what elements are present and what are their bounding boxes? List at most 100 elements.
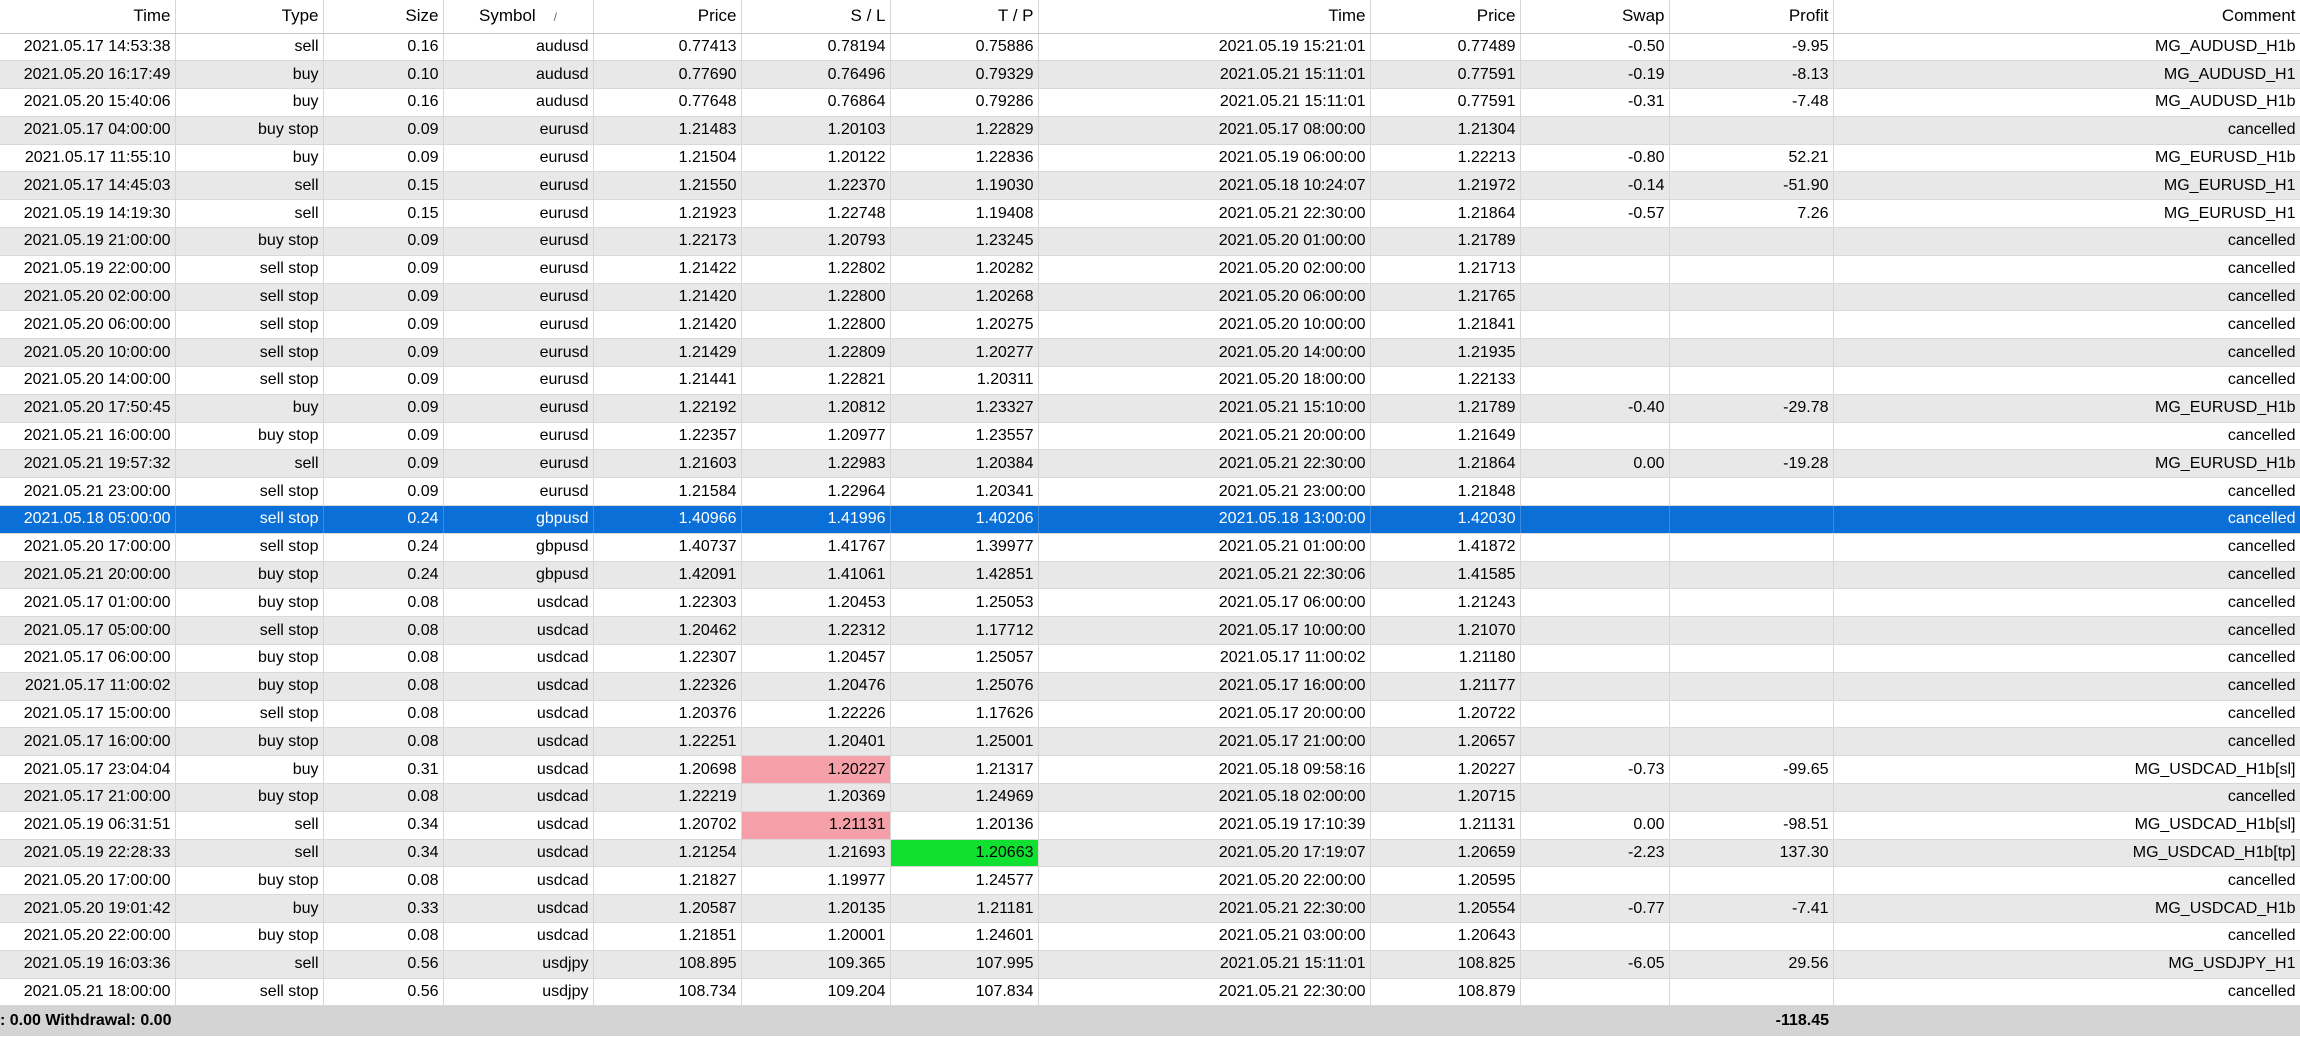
open-price-cell: 1.20702 xyxy=(593,811,742,840)
swap-cell xyxy=(1520,727,1670,757)
column-header-close-price[interactable]: Price xyxy=(1370,0,1521,34)
table-row[interactable]: 2021.05.17 16:00:00 buy stop 0.08 usdcad 1.2… xyxy=(0,727,2300,757)
take-profit-cell: 1.20663 xyxy=(890,839,1039,868)
table-row[interactable]: 2021.05.20 10:00:00 sell stop 0.09 eurusd 1.… xyxy=(0,338,2300,368)
take-profit-cell: 1.20282 xyxy=(890,255,1039,284)
table-row[interactable]: 2021.05.17 01:00:00 buy stop 0.08 usdcad 1.2… xyxy=(0,588,2300,618)
column-header-comment[interactable]: Comment xyxy=(1833,0,2300,34)
symbol-cell: eurusd xyxy=(443,338,594,368)
column-header-take-profit[interactable]: T / P xyxy=(890,0,1039,34)
open-time-cell: 2021.05.17 11:55:10 xyxy=(0,144,176,173)
table-row[interactable]: 2021.05.20 02:00:00 sell stop 0.09 eurusd 1.… xyxy=(0,283,2300,312)
column-header-profit[interactable]: Profit xyxy=(1669,0,1834,34)
table-row[interactable]: 2021.05.17 06:00:00 buy stop 0.08 usdcad 1.2… xyxy=(0,644,2300,673)
close-price-cell: 1.21180 xyxy=(1370,644,1521,673)
stop-loss-cell: 1.19977 xyxy=(741,866,891,896)
swap-cell xyxy=(1520,700,1670,729)
table-row[interactable]: 2021.05.17 11:00:02 buy stop 0.08 usdcad 1.2… xyxy=(0,672,2300,701)
column-header-close-time[interactable]: Time xyxy=(1038,0,1371,34)
table-row[interactable]: 2021.05.21 19:57:32 sell 0.09 eurusd 1.21603… xyxy=(0,449,2300,479)
type-cell: sell stop xyxy=(175,533,324,562)
profit-cell xyxy=(1669,227,1834,256)
size-cell: 0.09 xyxy=(323,255,444,284)
size-cell: 0.08 xyxy=(323,616,444,646)
table-row[interactable]: 2021.05.20 15:40:06 buy 0.16 audusd 0.77648 0… xyxy=(0,88,2300,117)
column-header-symbol-label: Symbol xyxy=(478,6,536,26)
open-price-cell: 108.734 xyxy=(593,978,742,1007)
type-cell: buy stop xyxy=(175,588,324,618)
table-row[interactable]: 2021.05.20 22:00:00 buy stop 0.08 usdcad 1.2… xyxy=(0,922,2300,951)
table-row[interactable]: 2021.05.17 15:00:00 sell stop 0.08 usdcad 1.… xyxy=(0,700,2300,729)
close-price-cell: 1.21848 xyxy=(1370,477,1521,507)
symbol-cell: usdcad xyxy=(443,727,594,757)
table-row[interactable]: 2021.05.21 16:00:00 buy stop 0.09 eurusd 1.2… xyxy=(0,422,2300,451)
table-row[interactable]: 2021.05.17 05:00:00 sell stop 0.08 usdcad 1.… xyxy=(0,616,2300,646)
close-time-cell: 2021.05.17 16:00:00 xyxy=(1038,672,1371,701)
table-row[interactable]: 2021.05.20 17:50:45 buy 0.09 eurusd 1.22192 1… xyxy=(0,394,2300,423)
swap-cell xyxy=(1520,644,1670,673)
swap-cell xyxy=(1520,310,1670,340)
table-row[interactable]: 2021.05.17 04:00:00 buy stop 0.09 eurusd 1.2… xyxy=(0,116,2300,145)
table-row[interactable]: 2021.05.20 06:00:00 sell stop 0.09 eurusd 1.… xyxy=(0,310,2300,340)
table-row[interactable]: 2021.05.19 06:31:51 sell 0.34 usdcad 1.20702… xyxy=(0,811,2300,840)
column-header-open-time[interactable]: Time xyxy=(0,0,176,34)
open-price-cell: 0.77413 xyxy=(593,33,742,62)
column-header-stop-loss[interactable]: S / L xyxy=(741,0,891,34)
table-row[interactable]: 2021.05.19 22:00:00 sell stop 0.09 eurusd 1.… xyxy=(0,255,2300,284)
size-cell: 0.34 xyxy=(323,811,444,840)
close-time-cell: 2021.05.19 17:10:39 xyxy=(1038,811,1371,840)
table-row[interactable]: 2021.05.20 19:01:42 buy 0.33 usdcad 1.20587 1… xyxy=(0,894,2300,923)
table-row[interactable]: 2021.05.20 14:00:00 sell stop 0.09 eurusd 1.… xyxy=(0,366,2300,395)
open-price-cell: 1.20587 xyxy=(593,894,742,923)
column-header-open-price[interactable]: Price xyxy=(593,0,742,34)
profit-cell: -7.48 xyxy=(1669,88,1834,117)
comment-cell: MG_USDJPY_H1 xyxy=(1833,950,2300,979)
table-row[interactable]: 2021.05.19 16:03:36 sell 0.56 usdjpy 108.895… xyxy=(0,950,2300,979)
close-time-cell: 2021.05.17 21:00:00 xyxy=(1038,727,1371,757)
comment-cell: MG_USDCAD_H1b[sl] xyxy=(1833,811,2300,840)
open-time-cell: 2021.05.17 11:00:02 xyxy=(0,672,176,701)
size-cell: 0.10 xyxy=(323,60,444,90)
close-time-cell: 2021.05.21 22:30:00 xyxy=(1038,199,1371,229)
table-row[interactable]: 2021.05.20 16:17:49 buy 0.10 audusd 0.77690 0… xyxy=(0,60,2300,90)
table-row[interactable]: 2021.05.20 17:00:00 sell stop 0.24 gbpusd 1.… xyxy=(0,533,2300,562)
table-row[interactable]: 2021.05.20 17:00:00 buy stop 0.08 usdcad 1.2… xyxy=(0,866,2300,896)
swap-cell xyxy=(1520,672,1670,701)
stop-loss-cell: 1.20001 xyxy=(741,922,891,951)
comment-cell: cancelled xyxy=(1833,283,2300,312)
close-price-cell: 108.825 xyxy=(1370,950,1521,979)
close-price-cell: 1.21070 xyxy=(1370,616,1521,646)
open-price-cell: 1.40966 xyxy=(593,505,742,534)
size-cell: 0.09 xyxy=(323,366,444,395)
table-row[interactable]: 2021.05.21 18:00:00 sell stop 0.56 usdjpy 10… xyxy=(0,978,2300,1007)
size-cell: 0.09 xyxy=(323,227,444,256)
close-price-cell: 1.21765 xyxy=(1370,283,1521,312)
take-profit-cell: 1.21181 xyxy=(890,894,1039,923)
table-row[interactable]: 2021.05.17 21:00:00 buy stop 0.08 usdcad 1.2… xyxy=(0,783,2300,812)
column-header-symbol[interactable]: Symbol / xyxy=(443,0,594,34)
size-cell: 0.09 xyxy=(323,449,444,479)
column-header-size[interactable]: Size xyxy=(323,0,444,34)
size-cell: 0.09 xyxy=(323,338,444,368)
table-row[interactable]: 2021.05.21 20:00:00 buy stop 0.24 gbpusd 1.4… xyxy=(0,561,2300,590)
table-row[interactable]: 2021.05.19 22:28:33 sell 0.34 usdcad 1.21254… xyxy=(0,839,2300,868)
table-row[interactable]: 2021.05.18 05:00:00 sell stop 0.24 gbpusd 1.… xyxy=(0,505,2300,534)
table-row[interactable]: 2021.05.19 14:19:30 sell 0.15 eurusd 1.21923… xyxy=(0,199,2300,229)
table-row[interactable]: 2021.05.17 11:55:10 buy 0.09 eurusd 1.21504 1… xyxy=(0,144,2300,173)
type-cell: sell xyxy=(175,811,324,840)
close-time-cell: 2021.05.19 15:21:01 xyxy=(1038,33,1371,62)
table-row[interactable]: 2021.05.17 14:53:38 sell 0.16 audusd 0.77413… xyxy=(0,33,2300,62)
table-row[interactable]: 2021.05.19 21:00:00 buy stop 0.09 eurusd 1.2… xyxy=(0,227,2300,256)
close-time-cell: 2021.05.17 11:00:02 xyxy=(1038,644,1371,673)
stop-loss-cell: 1.41061 xyxy=(741,561,891,590)
size-cell: 0.09 xyxy=(323,144,444,173)
table-row[interactable]: 2021.05.17 23:04:04 buy 0.31 usdcad 1.20698 1… xyxy=(0,755,2300,785)
column-header-type[interactable]: Type xyxy=(175,0,324,34)
close-time-cell: 2021.05.20 01:00:00 xyxy=(1038,227,1371,256)
stop-loss-cell: 1.22802 xyxy=(741,255,891,284)
table-row[interactable]: 2021.05.17 14:45:03 sell 0.15 eurusd 1.21550… xyxy=(0,171,2300,201)
symbol-cell: usdcad xyxy=(443,866,594,896)
take-profit-cell: 1.20268 xyxy=(890,283,1039,312)
column-header-swap[interactable]: Swap xyxy=(1520,0,1670,34)
table-row[interactable]: 2021.05.21 23:00:00 sell stop 0.09 eurusd 1.… xyxy=(0,477,2300,507)
